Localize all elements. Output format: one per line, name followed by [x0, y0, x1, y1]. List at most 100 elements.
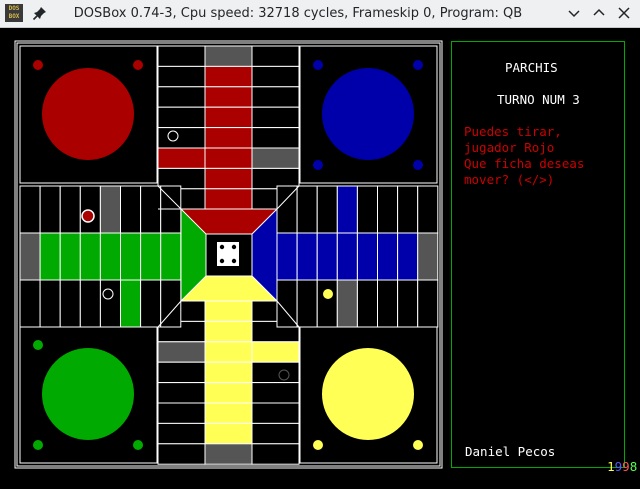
board-cell [251, 45, 300, 67]
board-cell [336, 185, 358, 234]
minimize-icon[interactable] [566, 5, 582, 21]
home-red-piece [133, 60, 143, 70]
board-cell [276, 232, 298, 281]
board-cell [251, 65, 300, 88]
board-cell [316, 279, 338, 328]
home-red-circle [42, 68, 134, 160]
board-cell [99, 279, 122, 328]
board-cell [276, 279, 298, 328]
red-piece-selected [81, 209, 95, 223]
board-cell [417, 185, 439, 234]
board-cell [356, 185, 378, 234]
board-cell [204, 167, 253, 190]
author-credit: Daniel Pecos [465, 444, 556, 459]
board-cell [336, 279, 358, 328]
home-blue-piece [313, 160, 323, 170]
board-cell [59, 185, 81, 234]
board-cell [204, 147, 253, 169]
board-cell [140, 232, 162, 281]
board-cell [356, 232, 378, 281]
board-cell [157, 86, 206, 108]
home-blue [299, 45, 438, 184]
board-cell [377, 279, 399, 328]
board-cell [377, 232, 399, 281]
close-icon[interactable] [616, 5, 632, 21]
board-cell [39, 185, 61, 234]
board-cell [157, 341, 206, 363]
board-cell [39, 279, 61, 328]
board-cell [79, 232, 101, 281]
home-red [19, 45, 158, 184]
pin-icon[interactable] [32, 5, 48, 21]
board-cell [204, 86, 253, 108]
board-cell [19, 232, 41, 281]
board-cell [204, 402, 253, 424]
board-cell [296, 185, 318, 234]
home-green-piece [133, 440, 143, 450]
board-cell [397, 185, 419, 234]
board-cell [336, 232, 358, 281]
message-line: Puedes tirar, [464, 124, 562, 139]
board-cell [251, 443, 300, 465]
board-cell [204, 382, 253, 404]
dice[interactable] [217, 242, 239, 266]
home-yellow-piece [313, 440, 323, 450]
home-blue-piece [313, 60, 323, 70]
year-digit: 9 [622, 459, 630, 474]
game-title: PARCHIS [505, 60, 558, 75]
window-titlebar: DOS BOX DOSBox 0.74-3, Cpu speed: 32718 … [0, 0, 640, 28]
home-yellow [299, 325, 438, 464]
board-cell [356, 279, 378, 328]
board-cell [417, 279, 439, 328]
board-cell [157, 443, 206, 465]
dosbox-app-icon[interactable]: DOS BOX [5, 4, 23, 22]
dos-screen[interactable]: PARCHIS TURNO NUM 3 Puedes tirar, jugado… [0, 28, 640, 484]
message-line: mover? (</>) [464, 172, 555, 187]
board-cell [251, 382, 300, 404]
board-cell [251, 402, 300, 424]
home-yellow-piece [413, 440, 423, 450]
board-cell [204, 320, 253, 343]
board-cell [157, 106, 206, 129]
board-cell [251, 361, 300, 384]
yellow-piece [323, 289, 333, 299]
board-cell [99, 232, 122, 281]
board-cell [157, 402, 206, 424]
board-cell [251, 86, 300, 108]
board-cell [59, 279, 81, 328]
board-cell [157, 45, 206, 67]
board-cell [39, 232, 61, 281]
board-cell [397, 279, 419, 328]
year-digit: 1 [607, 459, 615, 474]
board-cell [204, 361, 253, 384]
year-digit: 8 [629, 459, 638, 474]
board-cell [204, 422, 253, 445]
board-cell [204, 45, 253, 67]
board-cell [120, 185, 142, 234]
board-cell [157, 382, 206, 404]
board-cell [296, 232, 318, 281]
board-cell [120, 279, 142, 328]
home-blue-circle [322, 68, 414, 160]
home-blue-piece [413, 60, 423, 70]
board-cell [157, 127, 206, 149]
home-green-piece [33, 340, 43, 350]
board-cell [19, 279, 41, 328]
maximize-icon[interactable] [591, 5, 607, 21]
home-blue-piece [413, 160, 423, 170]
board-cell [276, 185, 298, 234]
board-cell [296, 279, 318, 328]
board-cell [251, 127, 300, 149]
board-cell [204, 188, 253, 210]
board-cell [79, 279, 101, 328]
board-cell [140, 279, 162, 328]
board-cell [417, 232, 439, 281]
home-green-piece [33, 440, 43, 450]
message-line: Que ficha deseas [464, 156, 585, 171]
board-cell [204, 341, 253, 363]
board-cell [251, 341, 300, 363]
home-green [19, 325, 158, 464]
window-title: DOSBox 0.74-3, Cpu speed: 32718 cycles, … [73, 6, 523, 21]
board-cell [316, 185, 338, 234]
home-yellow-circle [322, 348, 414, 440]
